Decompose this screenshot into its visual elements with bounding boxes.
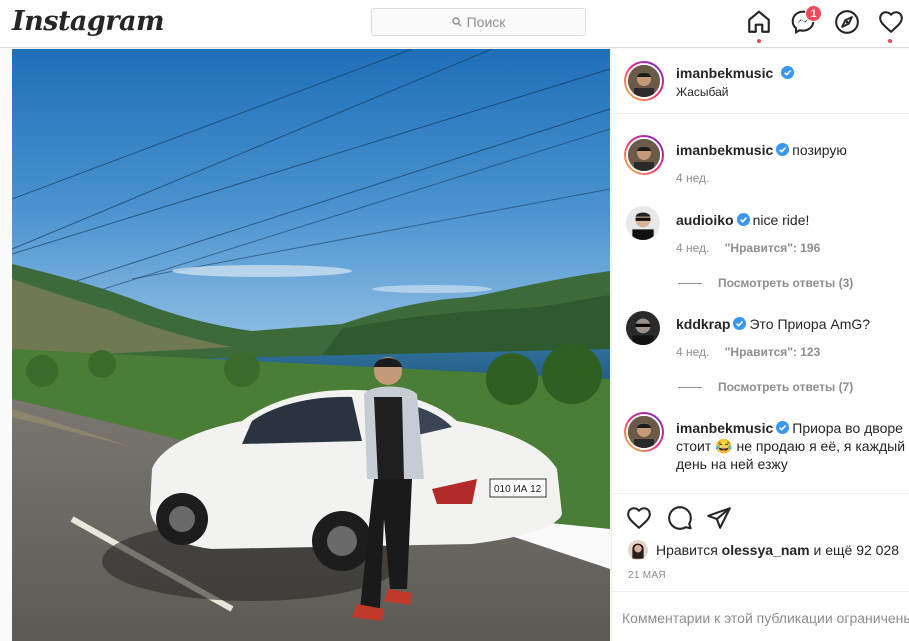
comment-avatar[interactable] [624, 412, 664, 452]
comment-username[interactable]: imanbekmusic [676, 142, 773, 158]
comment-likes[interactable]: "Нравится": 196 [725, 241, 821, 255]
author-username[interactable]: imanbekmusic [676, 65, 773, 81]
comment-likes[interactable]: "Нравится": 123 [725, 345, 821, 359]
explore-icon[interactable] [834, 9, 860, 35]
verified-icon [733, 317, 747, 330]
instagram-logo[interactable]: Instagram [12, 6, 165, 37]
comment-text: nice ride! [752, 212, 810, 228]
comment-meta: 4 нед. "Нравится": 196 [676, 241, 820, 255]
comment-age[interactable]: 4 нед. [676, 241, 709, 255]
comment-item: imanbekmusic позирую [676, 141, 901, 159]
replies-line [678, 283, 702, 285]
actions-divider [612, 493, 909, 494]
messages-badge: 1 [805, 5, 822, 22]
comment-icon[interactable] [667, 505, 693, 531]
comment-text: Это Приора AmG? [749, 316, 871, 332]
home-icon[interactable] [746, 9, 772, 35]
post-side-panel: imanbekmusic Жасыбай imanbekmusic позирую… [611, 49, 909, 641]
comments-limited-notice: Комментарии к этой публикации ограничены [622, 610, 909, 626]
verified-icon [776, 143, 790, 156]
activity-notification-dot [888, 39, 892, 43]
comment-username[interactable]: imanbekmusic [676, 420, 773, 436]
search-icon [451, 17, 462, 27]
post-location[interactable]: Жасыбай [676, 83, 729, 101]
comment-age[interactable]: 4 нед. [676, 171, 709, 185]
header-divider [612, 113, 909, 114]
home-notification-dot [757, 39, 761, 43]
verified-icon [736, 213, 750, 226]
search-placeholder: Поиск [466, 14, 506, 30]
post-image: 010 ИА 12 [12, 49, 610, 641]
input-divider [612, 591, 909, 592]
view-replies-button[interactable]: Посмотреть ответы (3) [678, 276, 853, 290]
comment-text: позирую [792, 142, 847, 158]
verified-icon [780, 66, 794, 79]
verified-icon [776, 421, 790, 434]
comment-avatar[interactable] [626, 206, 660, 240]
comment-avatar[interactable] [626, 311, 660, 345]
view-replies-button[interactable]: Посмотреть ответы (7) [678, 380, 853, 394]
comment-age[interactable]: 4 нед. [676, 345, 709, 359]
post-photo[interactable]: 010 ИА 12 [12, 49, 610, 641]
liker-avatar[interactable] [628, 540, 648, 560]
replies-line [678, 387, 702, 389]
comment-avatar[interactable] [624, 135, 664, 175]
comment-username[interactable]: audioiko [676, 212, 734, 228]
view-replies-label: Посмотреть ответы (7) [718, 380, 854, 394]
share-icon[interactable] [706, 505, 732, 531]
comment-item: imanbekmusic Приора во дворе стоит 😂 не п… [676, 419, 906, 491]
comment-item: audioiko nice ride! [676, 211, 809, 229]
post-date[interactable]: 21 МАЯ [628, 570, 666, 581]
search-input[interactable]: Поиск [371, 8, 586, 36]
liker-username[interactable]: olessya_nam [722, 542, 810, 558]
comment-username[interactable]: kddkrap [676, 316, 730, 332]
likes-count[interactable]: и ещё 92 028 [814, 542, 900, 558]
comment-item: kddkrap Это Приора AmG? [676, 315, 870, 333]
likes-prefix: Нравится [656, 542, 718, 558]
activity-heart-icon[interactable] [878, 9, 904, 35]
author-avatar[interactable] [624, 61, 664, 101]
comment-meta: 4 нед. "Нравится": 123 [676, 345, 820, 359]
top-navigation-bar: Instagram Поиск 1 [0, 0, 909, 48]
view-replies-label: Посмотреть ответы (3) [718, 276, 854, 290]
svg-text:010 ИА 12: 010 ИА 12 [494, 484, 542, 495]
likes-summary: Нравится olessya_nam и ещё 92 028 [656, 541, 908, 559]
like-icon[interactable] [626, 505, 652, 531]
